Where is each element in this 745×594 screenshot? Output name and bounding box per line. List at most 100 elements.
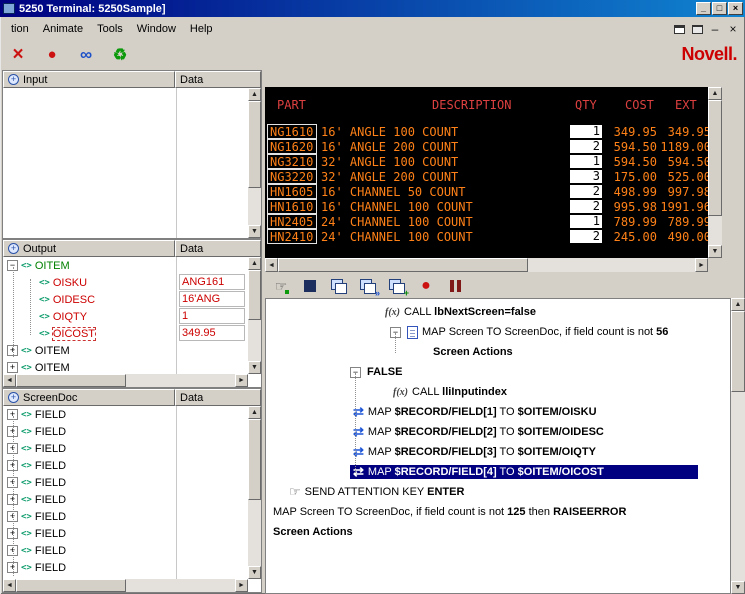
scrollbar-track[interactable] [248,419,261,566]
menu-help[interactable]: Help [183,21,220,37]
terminal-qty-field[interactable]: 1 [570,215,602,228]
scroll-down-button[interactable]: ▼ [731,581,745,594]
action-row[interactable]: ⇄MAP $RECORD/FIELD[2] TO $OITEM/OIDESC [266,422,730,442]
scrollbar-thumb[interactable] [708,100,722,216]
scrollbar-track[interactable] [248,101,261,225]
menu-tools[interactable]: Tools [90,21,130,37]
scroll-down-button[interactable]: ▼ [708,245,722,258]
maximize-button[interactable]: □ [712,2,727,15]
terminal-vertical-scrollbar[interactable]: ▲ ▼ [708,87,722,258]
delete-icon[interactable]: × [8,45,28,65]
minimize-button[interactable]: _ [696,2,711,15]
terminal-qty-field[interactable]: 2 [570,185,602,198]
menu-animate[interactable]: Animate [36,21,90,37]
terminal-part-field[interactable]: HN1605 [267,184,317,199]
scroll-right-button[interactable]: ► [235,374,248,387]
scroll-down-button[interactable]: ▼ [248,566,261,579]
scroll-left-button[interactable]: ◄ [265,258,278,272]
input-data-header-cell[interactable]: Data [175,71,261,88]
action-row[interactable]: −MAP Screen TO ScreenDoc, if field count… [266,322,730,342]
terminal-qty-field[interactable]: 2 [570,230,602,243]
scrollbar-thumb[interactable] [16,374,126,387]
record-icon[interactable]: ● [416,277,436,295]
output-data-cell[interactable]: 16'ANG [179,291,245,307]
scrollbar-thumb[interactable] [248,101,261,188]
terminal-part-field[interactable]: NG1610 [267,124,317,139]
output-header-cell[interactable]: + Output [3,240,175,257]
screendoc-tree-row[interactable]: + <> FIELD [3,508,261,525]
screendoc-tree-row[interactable]: + <> FIELD [3,440,261,457]
screendoc-tree-row[interactable]: + <> FIELD [3,491,261,508]
cascade-icon[interactable] [689,22,705,37]
terminal-qty-field[interactable]: 3 [570,170,602,183]
screendoc-horizontal-scrollbar[interactable]: ◄ ► [3,579,248,592]
scrollbar-track[interactable] [248,270,261,361]
output-horizontal-scrollbar[interactable]: ◄ ► [3,374,248,387]
scrollbar-thumb[interactable] [248,419,261,500]
terminal-horizontal-scrollbar[interactable]: ◄ ► [265,258,708,272]
terminal-screen[interactable]: PART DESCRIPTION QTY COST EXT NG1610 16'… [265,87,708,258]
close-button[interactable]: × [728,2,743,15]
output-data-header-cell[interactable]: Data [175,240,261,257]
pause-icon[interactable] [445,277,465,295]
screendoc-tree-row[interactable]: + <> FIELD [3,542,261,559]
step-over-icon[interactable]: » [358,277,378,295]
tile-icon[interactable] [671,22,687,37]
terminal-qty-field[interactable]: 2 [570,200,602,213]
output-tree-row[interactable]: −<> OITEM [3,257,261,274]
record-icon[interactable]: ● [42,45,62,65]
output-data-cell[interactable]: ANG161 [179,274,245,290]
terminal-part-field[interactable]: HN2410 [267,229,317,244]
scroll-up-button[interactable]: ▲ [248,257,261,270]
scrollbar-thumb[interactable] [248,270,261,320]
screendoc-header-cell[interactable]: + ScreenDoc [3,389,175,406]
scroll-up-button[interactable]: ▲ [248,88,261,101]
action-row[interactable]: ⇄MAP $RECORD/FIELD[4] TO $OITEM/OICOST [266,462,730,482]
scroll-up-button[interactable]: ▲ [248,406,261,419]
output-tree-row[interactable]: +<> OITEM [3,342,261,359]
action-row[interactable]: f(x)CALL lbNextScreen=false [266,302,730,322]
scroll-up-button[interactable]: ▲ [708,87,722,100]
close-child-icon[interactable]: × [725,22,741,37]
terminal-qty-field[interactable]: 2 [570,140,602,153]
scrollbar-track[interactable] [731,311,745,581]
action-row[interactable]: ⇄MAP $RECORD/FIELD[1] TO $OITEM/OISKU [266,402,730,422]
stop-icon[interactable] [300,277,320,295]
action-row[interactable]: ☞SEND ATTENTION KEY ENTER [266,482,730,502]
step-into-icon[interactable] [329,277,349,295]
terminal-part-field[interactable]: HN2405 [267,214,317,229]
scroll-right-button[interactable]: ► [695,258,708,272]
refresh-icon[interactable]: ♻ [110,45,130,65]
terminal-part-field[interactable]: NG1620 [267,139,317,154]
screendoc-vertical-scrollbar[interactable]: ▲ ▼ [248,406,261,579]
output-data-cell[interactable]: 349.95 [179,325,245,341]
action-row[interactable]: ⇄MAP $RECORD/FIELD[3] TO $OITEM/OIQTY [266,442,730,462]
scroll-down-button[interactable]: ▼ [248,225,261,238]
scroll-left-button[interactable]: ◄ [3,579,16,592]
expand-icon[interactable]: + [7,362,18,373]
scrollbar-thumb[interactable] [278,258,528,272]
terminal-part-field[interactable]: NG3220 [267,169,317,184]
action-row[interactable]: −FALSE [266,362,730,382]
output-vertical-scrollbar[interactable]: ▲ ▼ [248,257,261,374]
screendoc-tree-row[interactable]: + <> FIELD [3,559,261,576]
minimize-child-icon[interactable]: – [707,22,723,37]
record-hand-icon[interactable]: ☞ [271,277,291,295]
link-icon[interactable]: ∞ [76,45,96,65]
scrollbar-track[interactable] [278,258,695,272]
action-row[interactable]: Screen Actions [266,342,730,362]
input-header-cell[interactable]: + Input [3,71,175,88]
screendoc-tree-row[interactable]: + <> FIELD [3,406,261,423]
screendoc-data-header-cell[interactable]: Data [175,389,261,406]
scroll-right-button[interactable]: ► [235,579,248,592]
screendoc-tree-row[interactable]: + <> FIELD [3,474,261,491]
screendoc-tree-row[interactable]: + <> FIELD [3,457,261,474]
output-tree-row[interactable]: +<> OITEM [3,359,261,374]
input-tree-area[interactable]: ▲ ▼ [3,88,261,238]
scrollbar-thumb[interactable] [731,311,745,392]
terminal-qty-field[interactable]: 1 [570,155,602,168]
scrollbar-track[interactable] [16,374,235,387]
action-row[interactable]: f(x)CALL lliInputindex [266,382,730,402]
screendoc-tree-row[interactable]: + <> FIELD [3,423,261,440]
screendoc-tree-row[interactable]: + <> FIELD [3,525,261,542]
